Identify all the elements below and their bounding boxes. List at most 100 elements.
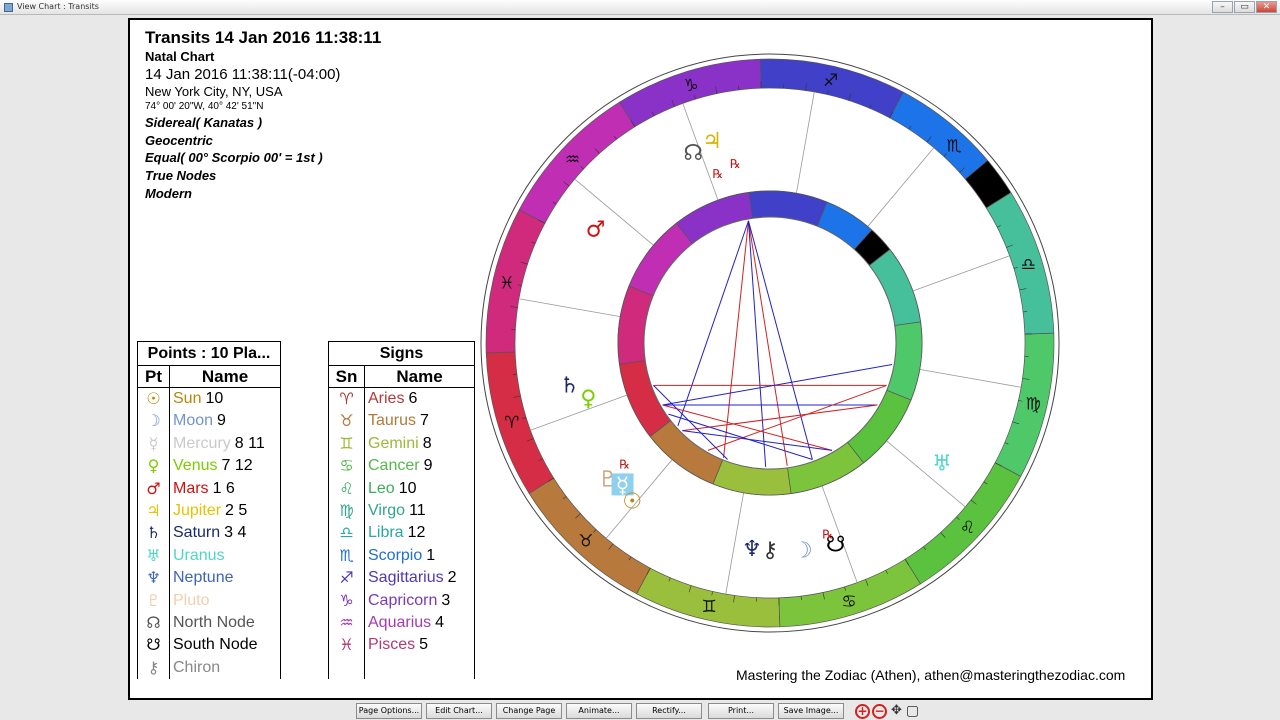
point-row: North Node bbox=[170, 612, 280, 634]
planet-glyph[interactable]: ☊ bbox=[683, 141, 703, 166]
point-glyph-icon: ♀ bbox=[147, 456, 160, 476]
point-glyph-icon: ♅ bbox=[146, 545, 161, 565]
sign-glyph-icon: ♌ bbox=[339, 478, 354, 498]
chart-header: Transits 14 Jan 2016 11:38:11 Natal Char… bbox=[145, 28, 381, 203]
sign-row: Sagittarius 2 bbox=[365, 567, 474, 589]
point-name: Moon bbox=[173, 412, 214, 430]
chart-date: 14 Jan 2016 11:38:11(-04:00) bbox=[145, 66, 341, 83]
centric-setting: Geocentric bbox=[145, 132, 213, 148]
fit-icon[interactable]: ▢ bbox=[905, 704, 920, 719]
zodiac-setting: Sidereal( Kanatas ) bbox=[145, 115, 263, 130]
sign-name: Pisces bbox=[368, 636, 416, 654]
sign-glyph-icon: ♎ bbox=[339, 523, 354, 543]
point-house-numbers: 7 12 bbox=[221, 457, 253, 475]
point-row: Mercury 8 11 bbox=[170, 433, 280, 455]
point-row: Pluto bbox=[170, 590, 280, 612]
minimize-button[interactable]: – bbox=[1212, 1, 1233, 13]
point-row: Mars 1 6 bbox=[170, 478, 280, 500]
point-house-numbers: 2 5 bbox=[225, 501, 248, 519]
sign-name: Capricorn bbox=[368, 591, 438, 609]
edit-chart-button[interactable]: Edit Chart... bbox=[426, 703, 492, 719]
point-name: Sun bbox=[173, 390, 202, 407]
move-icon[interactable]: ✥ bbox=[889, 704, 904, 719]
print-button[interactable]: Print... bbox=[708, 703, 774, 719]
sign-house-number: 4 bbox=[435, 613, 445, 631]
mode-setting: Modern bbox=[145, 185, 192, 201]
point-row: Neptune bbox=[170, 567, 280, 589]
page-options-button[interactable]: Page Options... bbox=[356, 703, 422, 719]
animate-button[interactable]: Animate... bbox=[566, 703, 632, 719]
zoom-in-icon[interactable]: + bbox=[855, 704, 870, 719]
points-col-name: Name bbox=[169, 365, 281, 388]
point-glyph-icon: ☿ bbox=[148, 433, 159, 453]
planet-glyph[interactable]: ♅ bbox=[932, 451, 952, 476]
points-glyph-column: ☉ ☽ ☿ ♀ ♂ ♃ ♄ ♅ ♆ ♇ ☊ ☋ ⚷ bbox=[137, 387, 170, 680]
planet-glyph[interactable]: ♃ bbox=[702, 129, 722, 154]
signs-table: Signs Sn Name ♈ ♉ ♊ ♋ ♌ ♍ ♎ ♏ ♐ ♑ ♒ ♓ Aries 6 Taurus 7… bbox=[328, 341, 475, 679]
planet-glyph[interactable]: ♂ bbox=[586, 218, 606, 243]
point-glyph-icon: ♇ bbox=[146, 590, 161, 610]
window-titlebar[interactable]: View Chart : Transits – ▭ ✕ bbox=[0, 0, 1280, 15]
point-row: Moon 9 bbox=[170, 410, 280, 432]
point-name: North Node bbox=[173, 613, 255, 631]
rectify-button[interactable]: Rectify... bbox=[636, 703, 702, 719]
sign-name: Taurus bbox=[368, 412, 417, 430]
close-button[interactable]: ✕ bbox=[1256, 1, 1277, 13]
zodiac-sign-glyph: ♍ bbox=[1025, 395, 1040, 415]
point-name: Uranus bbox=[173, 546, 225, 564]
retrograde-mark: ℞ bbox=[822, 527, 833, 541]
signs-name-column: Aries 6 Taurus 7 Gemini 8 Cancer 9 Leo 10 Virgo 11 L… bbox=[364, 387, 475, 679]
sign-house-number: 11 bbox=[409, 501, 426, 519]
zodiac-sign-glyph: ♑ bbox=[683, 76, 698, 96]
zodiac-sign-glyph: ♏ bbox=[947, 137, 962, 157]
sign-row: Virgo 11 bbox=[365, 500, 474, 522]
maximize-button[interactable]: ▭ bbox=[1234, 1, 1255, 13]
point-glyph-icon: ♂ bbox=[146, 478, 161, 498]
retrograde-mark: ℞ bbox=[712, 167, 723, 181]
point-row: Saturn 3 4 bbox=[170, 522, 280, 544]
planet-glyph[interactable]: ☉ bbox=[622, 489, 642, 514]
save-image-button[interactable]: Save Image... bbox=[778, 703, 844, 719]
retrograde-mark: ℞ bbox=[619, 458, 630, 472]
zodiac-sign-glyph: ♓ bbox=[499, 273, 514, 293]
point-row: South Node bbox=[170, 634, 280, 656]
zodiac-sign-glyph: ♌ bbox=[960, 518, 975, 538]
planet-glyph[interactable]: ♀ bbox=[580, 387, 596, 412]
sign-house-number: 10 bbox=[398, 479, 417, 497]
sign-row: Scorpio 1 bbox=[365, 545, 474, 567]
point-house-numbers: 3 4 bbox=[224, 524, 247, 542]
zodiac-sign-glyph: ♋ bbox=[841, 592, 856, 612]
sign-row: Pisces 5 bbox=[365, 634, 474, 656]
planet-glyph[interactable]: ⚷ bbox=[762, 538, 778, 563]
point-house-numbers: 1 6 bbox=[212, 479, 235, 497]
planet-glyph[interactable]: ♆ bbox=[742, 537, 762, 562]
sign-name: Cancer bbox=[368, 457, 420, 475]
sign-house-number: 3 bbox=[441, 591, 451, 609]
points-name-column: Sun 10 Moon 9 Mercury 8 11 Venus 7 12 Mars 1 6 Jup… bbox=[169, 387, 281, 680]
point-glyph-icon: ☋ bbox=[146, 635, 161, 655]
point-name: Pluto bbox=[173, 591, 210, 609]
zodiac-sign-glyph: ♊ bbox=[702, 597, 717, 617]
sign-row: Taurus 7 bbox=[365, 410, 474, 432]
planet-glyph[interactable]: ☽ bbox=[793, 538, 813, 563]
point-house-numbers: 10 bbox=[205, 390, 224, 407]
point-row: Sun 10 bbox=[170, 388, 280, 410]
sign-glyph-icon: ♉ bbox=[339, 411, 354, 431]
zoom-out-icon[interactable]: − bbox=[872, 704, 887, 719]
sign-name: Aquarius bbox=[368, 613, 432, 631]
sign-name: Scorpio bbox=[368, 546, 423, 564]
point-name: Mercury bbox=[173, 434, 231, 452]
retrograde-mark: ℞ bbox=[730, 157, 741, 171]
sign-row: Libra 12 bbox=[365, 522, 474, 544]
window-title: View Chart : Transits bbox=[17, 2, 99, 11]
sign-house-number: 9 bbox=[423, 457, 433, 475]
points-table: Points : 10 Pla... Pt Name ☉ ☽ ☿ ♀ ♂ ♃ ♄ ♅ ♆ ♇ ☊ ☋ ⚷… bbox=[137, 341, 281, 680]
sign-house-number: 6 bbox=[408, 390, 418, 407]
point-glyph-icon: ☽ bbox=[146, 411, 161, 431]
point-glyph-icon: ☊ bbox=[146, 612, 161, 632]
planet-glyph[interactable]: ♄ bbox=[560, 374, 580, 399]
signs-col-name: Name bbox=[364, 365, 475, 388]
change-page-button[interactable]: Change Page bbox=[496, 703, 562, 719]
sign-row: Gemini 8 bbox=[365, 433, 474, 455]
chart-coordinates: 74° 00' 20"W, 40° 42' 51"N bbox=[145, 101, 264, 112]
